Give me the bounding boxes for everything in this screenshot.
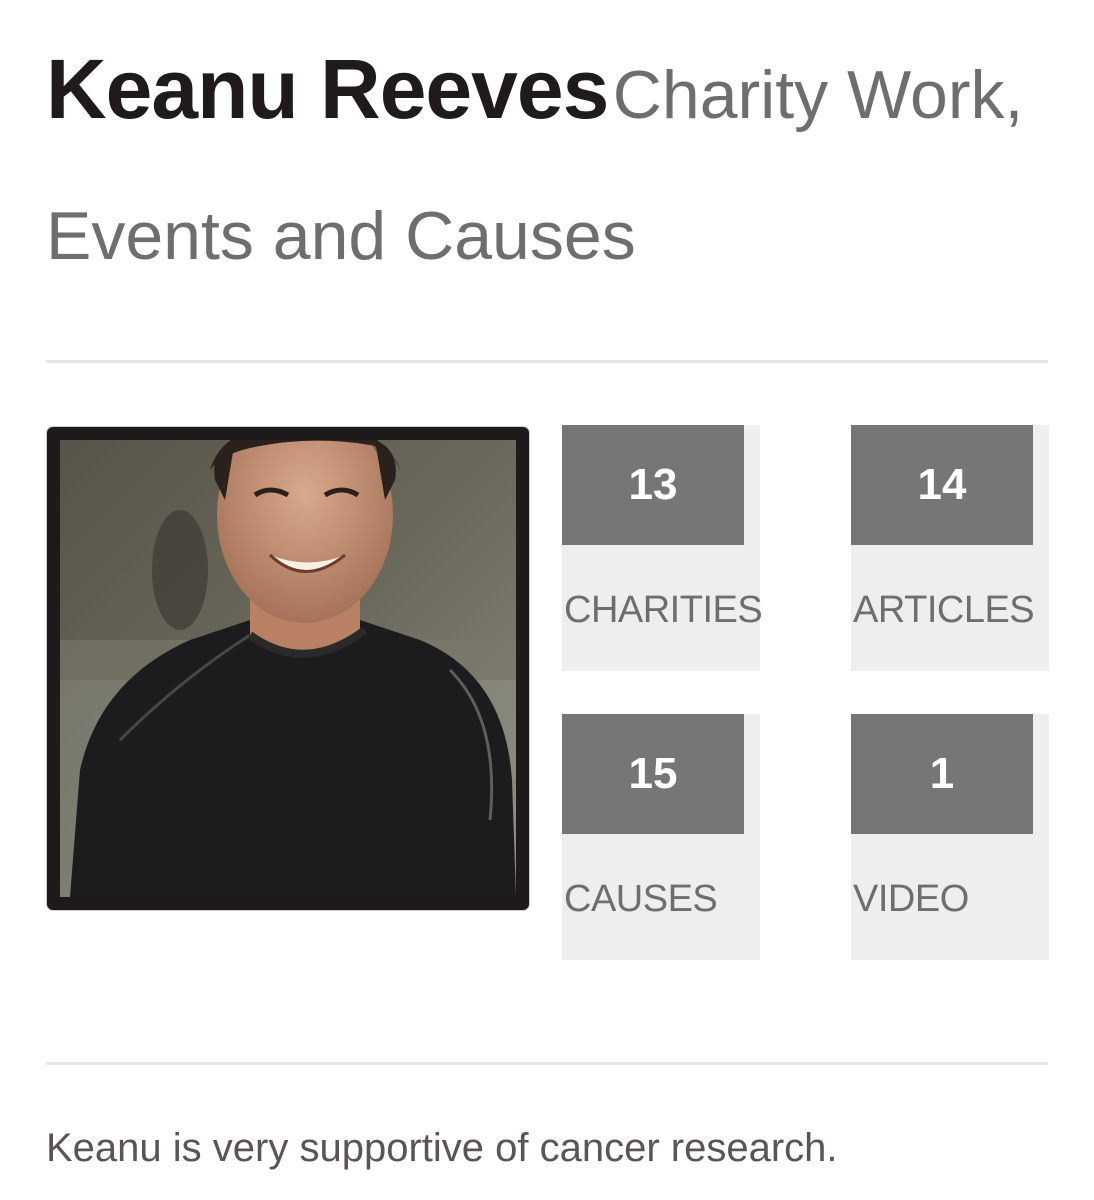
bottom-divider (46, 1062, 1048, 1065)
video-label: VIDEO (853, 878, 969, 920)
top-divider (46, 360, 1048, 363)
charities-count: 13 (562, 425, 744, 545)
celebrity-name: Keanu Reeves (46, 42, 609, 136)
charities-label: CHARITIES (564, 589, 763, 631)
causes-count: 15 (562, 714, 744, 834)
stat-tile-articles[interactable]: 14 ARTICLES (851, 425, 1049, 671)
stat-tile-charities[interactable]: 13 CHARITIES (562, 425, 763, 671)
profile-photo (47, 427, 529, 910)
video-count: 1 (851, 714, 1033, 834)
portrait-image (60, 440, 516, 897)
stat-tile-causes[interactable]: 15 CAUSES (562, 714, 760, 960)
articles-label: ARTICLES (853, 589, 1035, 631)
description-text: Keanu is very supportive of cancer resea… (46, 1126, 838, 1170)
page-title: Keanu Reeves Charity Work, Events and Ca… (46, 28, 1046, 316)
causes-label: CAUSES (564, 878, 718, 920)
stat-tile-video[interactable]: 1 VIDEO (851, 714, 1049, 960)
articles-count: 14 (851, 425, 1033, 545)
